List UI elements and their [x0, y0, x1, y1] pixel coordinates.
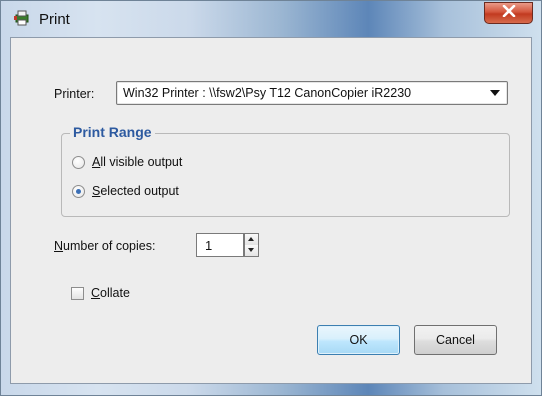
stepper-down-button[interactable]: [245, 245, 258, 256]
close-icon: [502, 4, 516, 22]
copies-stepper: [244, 233, 259, 257]
chevron-up-icon: [248, 237, 254, 241]
cancel-button[interactable]: Cancel: [414, 325, 497, 355]
selected-output-label[interactable]: Selected output: [92, 184, 179, 198]
radio-all-visible-output[interactable]: [72, 156, 85, 169]
radio-selected-dot: [76, 189, 81, 194]
dialog-client-area: Printer: Win32 Printer : \\fsw2\Psy T12 …: [10, 37, 532, 384]
print-dialog-window: Print Printer: Win32 Printer : \\fsw2\Ps…: [0, 0, 542, 396]
copies-value: 1: [205, 238, 213, 253]
collate-label[interactable]: Collate: [91, 286, 130, 300]
ok-button[interactable]: OK: [317, 325, 400, 355]
radio-selected-output[interactable]: [72, 185, 85, 198]
all-visible-output-label[interactable]: All visible output: [92, 155, 182, 169]
title-bar[interactable]: Print: [1, 1, 541, 37]
window-title: Print: [39, 11, 70, 28]
printer-label: Printer:: [54, 87, 95, 101]
number-of-copies-label: Number of copies:: [54, 239, 156, 253]
close-button[interactable]: [484, 2, 533, 24]
print-range-title: Print Range: [70, 124, 155, 140]
chevron-down-icon[interactable]: [490, 90, 500, 96]
chevron-down-icon: [248, 248, 254, 252]
collate-checkbox[interactable]: [71, 287, 84, 300]
print-app-icon: [13, 10, 31, 26]
print-range-group: Print Range All visible output Selected …: [61, 124, 510, 217]
copies-input[interactable]: 1: [196, 233, 244, 257]
printer-select[interactable]: Win32 Printer : \\fsw2\Psy T12 CanonCopi…: [116, 81, 508, 105]
printer-select-value: Win32 Printer : \\fsw2\Psy T12 CanonCopi…: [123, 86, 412, 100]
